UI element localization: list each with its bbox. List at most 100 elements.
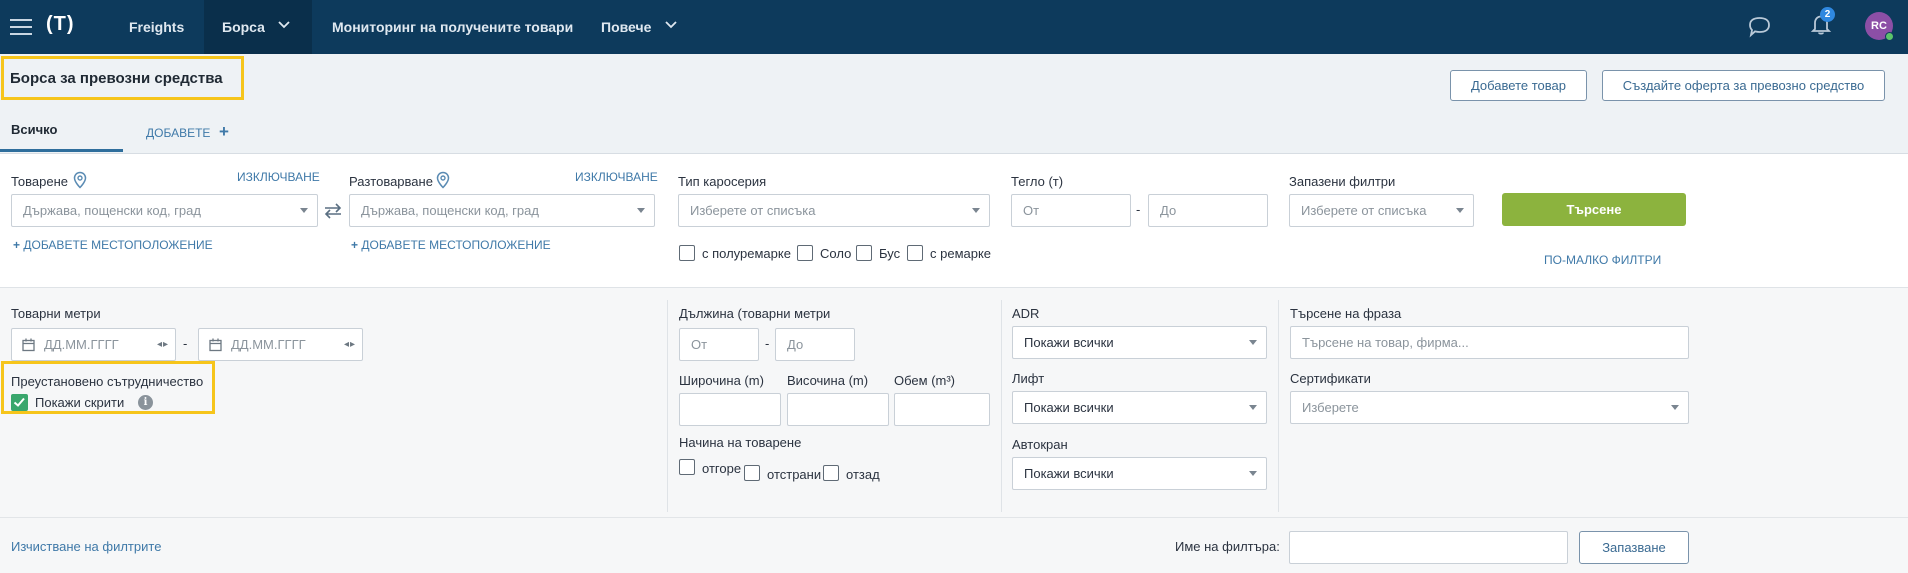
location-pin-icon: [73, 171, 87, 189]
checkbox-bus[interactable]: [856, 245, 872, 261]
loading-add-location-label: ДОБАВЕТЕ МЕСТОПОЛОЖЕНИЕ: [23, 238, 213, 252]
length-range-dash: -: [765, 336, 770, 351]
certificates-select[interactable]: Изберете: [1290, 391, 1689, 424]
search-button[interactable]: Търсене: [1502, 193, 1686, 226]
unloading-location-input[interactable]: Държава, пощенски код, град: [349, 194, 655, 227]
logo[interactable]: (T): [46, 13, 75, 36]
lift-label: Лифт: [1012, 371, 1045, 386]
chevron-down-icon: [665, 21, 677, 29]
saved-filters-placeholder: Изберете от списъка: [1301, 203, 1427, 218]
weight-range-dash: -: [1136, 202, 1141, 217]
weight-to-input[interactable]: До: [1148, 194, 1268, 227]
filters-footer: Изчистване на филтрите Име на филтъра: З…: [0, 517, 1908, 573]
save-filter-button[interactable]: Запазване: [1579, 531, 1689, 564]
volume-input[interactable]: [894, 393, 990, 426]
phrase-search-input[interactable]: Търсене на товар, фирма...: [1290, 326, 1689, 359]
saved-filters-label: Запазени филтри: [1289, 174, 1396, 189]
adr-label: ADR: [1012, 306, 1040, 321]
unloading-label: Разтоварване: [349, 174, 433, 189]
unloading-location-placeholder: Държава, пощенски код, град: [361, 203, 539, 218]
date-from-placeholder: ДД.ММ.ГГГГ: [44, 337, 119, 352]
body-type-label: Тип каросерия: [678, 174, 767, 189]
saved-filters-select[interactable]: Изберете от списъка: [1289, 194, 1474, 227]
date-from-input[interactable]: ДД.ММ.ГГГГ ◂▸: [11, 328, 176, 361]
dropdown-caret-icon: [637, 208, 645, 213]
height-label: Височина (m): [787, 373, 869, 388]
swap-arrows-icon[interactable]: [322, 202, 344, 220]
checkbox-trailer[interactable]: [907, 245, 923, 261]
checkbox-bus-label: Бус: [879, 246, 901, 261]
checkbox-loading-rear[interactable]: [823, 465, 839, 481]
checkbox-semitrailer[interactable]: [679, 245, 695, 261]
crane-label: Автокран: [1012, 437, 1068, 452]
location-pin-icon: [436, 171, 450, 189]
date-to-input[interactable]: ДД.ММ.ГГГГ ◂▸: [198, 328, 363, 361]
width-input[interactable]: [679, 393, 781, 426]
tab-all-label: Всичко: [11, 122, 58, 137]
volume-label: Обем (m³): [894, 373, 956, 388]
lift-select-value: Покажи всички: [1024, 400, 1114, 415]
main-filters-panel: Товарене ИЗКЛЮЧВАНЕ Държава, пощенски ко…: [0, 154, 1908, 288]
chat-icon[interactable]: [1747, 16, 1772, 38]
weight-label: Тегло (т): [1011, 174, 1064, 189]
length-to-input[interactable]: До: [775, 328, 855, 361]
top-navigation-bar: (T) Freights Борса Мониторинг на получен…: [0, 0, 1908, 54]
certificates-label: Сертификати: [1290, 371, 1371, 386]
lift-select[interactable]: Покажи всички: [1012, 391, 1267, 424]
date-stepper-arrows-icon[interactable]: ◂▸: [344, 329, 356, 360]
calendar-icon: [22, 338, 35, 352]
add-cargo-button[interactable]: Добавете товар: [1450, 70, 1587, 101]
menu-icon[interactable]: [10, 14, 32, 40]
tab-add-label: ДОБАВЕТЕ: [146, 126, 211, 140]
body-type-select[interactable]: Изберете от списъка: [678, 194, 990, 227]
adr-select[interactable]: Покажи всички: [1012, 326, 1267, 359]
checkbox-loading-rear-label: отзад: [846, 467, 880, 482]
width-label: Широчина (m): [679, 373, 764, 388]
info-icon[interactable]: i: [138, 395, 153, 410]
adr-select-value: Покажи всички: [1024, 335, 1114, 350]
checkbox-loading-top[interactable]: [679, 459, 695, 475]
checkbox-solo[interactable]: [797, 245, 813, 261]
filter-name-input[interactable]: [1289, 531, 1568, 564]
loading-exclude-link[interactable]: ИЗКЛЮЧВАНЕ: [237, 170, 320, 184]
body-type-placeholder: Изберете от списъка: [690, 203, 816, 218]
height-input[interactable]: [787, 393, 889, 426]
column-divider: [667, 300, 668, 512]
checkbox-loading-side[interactable]: [744, 465, 760, 481]
unloading-add-location-link[interactable]: + ДОБАВЕТЕ МЕСТОПОЛОЖЕНИЕ: [351, 238, 551, 252]
cargo-meters-label: Товарни метри: [11, 306, 101, 321]
weight-from-input[interactable]: От: [1011, 194, 1131, 227]
calendar-icon: [209, 338, 222, 352]
show-hidden-checkbox[interactable]: [11, 394, 28, 411]
tab-add[interactable]: ДОБАВЕТЕ +: [146, 122, 229, 142]
crane-select[interactable]: Покажи всички: [1012, 457, 1267, 490]
nav-item-more-label: Повече: [601, 19, 652, 35]
length-from-input[interactable]: От: [679, 328, 759, 361]
dropdown-caret-icon: [1456, 208, 1464, 213]
create-vehicle-offer-button[interactable]: Създайте оферта за превозно средство: [1602, 70, 1885, 101]
chevron-down-icon: [278, 21, 290, 29]
unloading-add-location-label: ДОБАВЕТЕ МЕСТОПОЛОЖЕНИЕ: [361, 238, 551, 252]
length-label: Дължина (товарни метри: [679, 306, 831, 321]
dropdown-caret-icon: [1249, 340, 1257, 345]
checkbox-loading-top-label: отгоре: [702, 461, 742, 476]
date-stepper-arrows-icon[interactable]: ◂▸: [157, 329, 169, 360]
crane-select-value: Покажи всички: [1024, 466, 1114, 481]
fewer-filters-link[interactable]: ПО-МАЛКО ФИЛТРИ: [1544, 253, 1661, 267]
nav-item-freights[interactable]: Freights: [108, 0, 190, 54]
nav-item-monitoring[interactable]: Мониторинг на получените товари: [332, 0, 573, 54]
unloading-exclude-link[interactable]: ИЗКЛЮЧВАНЕ: [575, 170, 658, 184]
nav-item-more[interactable]: Повече: [601, 0, 681, 54]
nav-item-exchange[interactable]: Борса: [204, 0, 312, 54]
clear-filters-link[interactable]: Изчистване на филтрите: [11, 539, 161, 554]
date-to-placeholder: ДД.ММ.ГГГГ: [231, 337, 306, 352]
filter-name-label: Име на филтъра:: [1175, 539, 1280, 554]
checkbox-loading-side-label: отстрани: [767, 467, 822, 482]
loading-location-input[interactable]: Държава, пощенски код, град: [11, 194, 318, 227]
plus-icon: +: [13, 238, 21, 252]
loading-add-location-link[interactable]: + ДОБАВЕТЕ МЕСТОПОЛОЖЕНИЕ: [13, 238, 213, 252]
plus-icon: +: [351, 238, 359, 252]
dropdown-caret-icon: [300, 208, 308, 213]
checkbox-trailer-label: с ремарке: [930, 246, 992, 261]
show-hidden-label: Покажи скрити: [35, 395, 125, 410]
